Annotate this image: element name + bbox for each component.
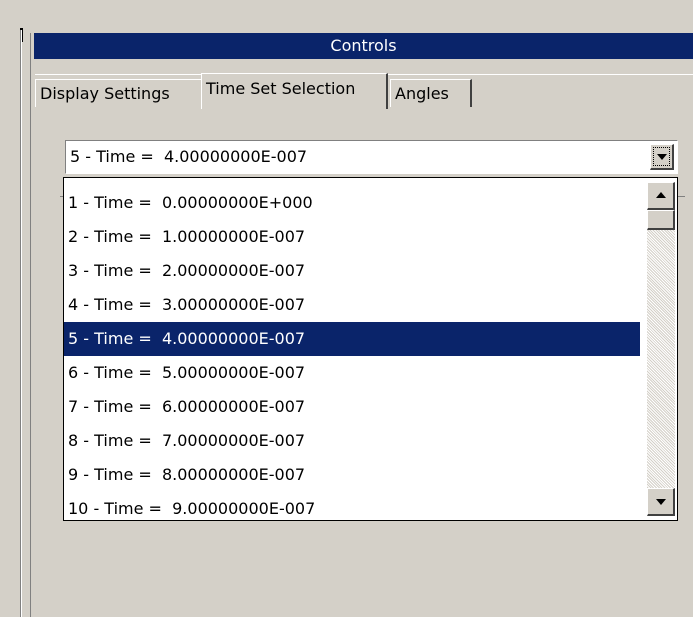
chevron-down-icon [656,153,667,160]
list-item[interactable]: 6 - Time = 5.00000000E-007 [64,356,640,390]
scroll-up-button[interactable] [647,182,675,210]
panel-frame [30,33,31,617]
list-item[interactable]: 1 - Time = 0.00000000E+000 [64,186,640,220]
tab-angles[interactable]: Angles [390,79,472,107]
tab-time-set-selection[interactable]: Time Set Selection [201,73,388,109]
list-item[interactable]: 2 - Time = 1.00000000E-007 [64,220,640,254]
arrow-up-icon [655,191,666,198]
dropdown-items: 1 - Time = 0.00000000E+000 2 - Time = 1.… [64,186,640,526]
list-item[interactable]: 10 - Time = 9.00000000E-007 [64,492,640,526]
list-item[interactable]: 8 - Time = 7.00000000E-007 [64,424,640,458]
list-item-selected[interactable]: 5 - Time = 4.00000000E-007 [64,322,640,356]
list-item[interactable]: 9 - Time = 8.00000000E-007 [64,458,640,492]
tab-label: Display Settings [40,84,170,103]
arrow-down-icon [655,498,666,505]
tab-display-settings[interactable]: Display Settings [35,79,201,107]
combobox-dropdown-button[interactable] [650,144,674,170]
combobox-value: 5 - Time = 4.00000000E-007 [70,147,308,166]
panel-title: Controls [34,33,693,59]
list-item[interactable]: 4 - Time = 3.00000000E-007 [64,288,640,322]
time-set-dropdown-list[interactable]: 1 - Time = 0.00000000E+000 2 - Time = 1.… [63,177,678,521]
group-frame-line [677,196,685,197]
tab-label: Angles [395,84,449,103]
time-set-combobox[interactable]: 5 - Time = 4.00000000E-007 [65,140,678,174]
scroll-thumb[interactable] [647,210,675,230]
list-item[interactable]: 3 - Time = 2.00000000E-007 [64,254,640,288]
scroll-down-button[interactable] [647,488,675,516]
left-frame-edge-highlight [21,30,22,617]
tab-label: Time Set Selection [206,79,356,98]
dropdown-scrollbar[interactable] [647,182,675,516]
list-item[interactable]: 7 - Time = 6.00000000E-007 [64,390,640,424]
